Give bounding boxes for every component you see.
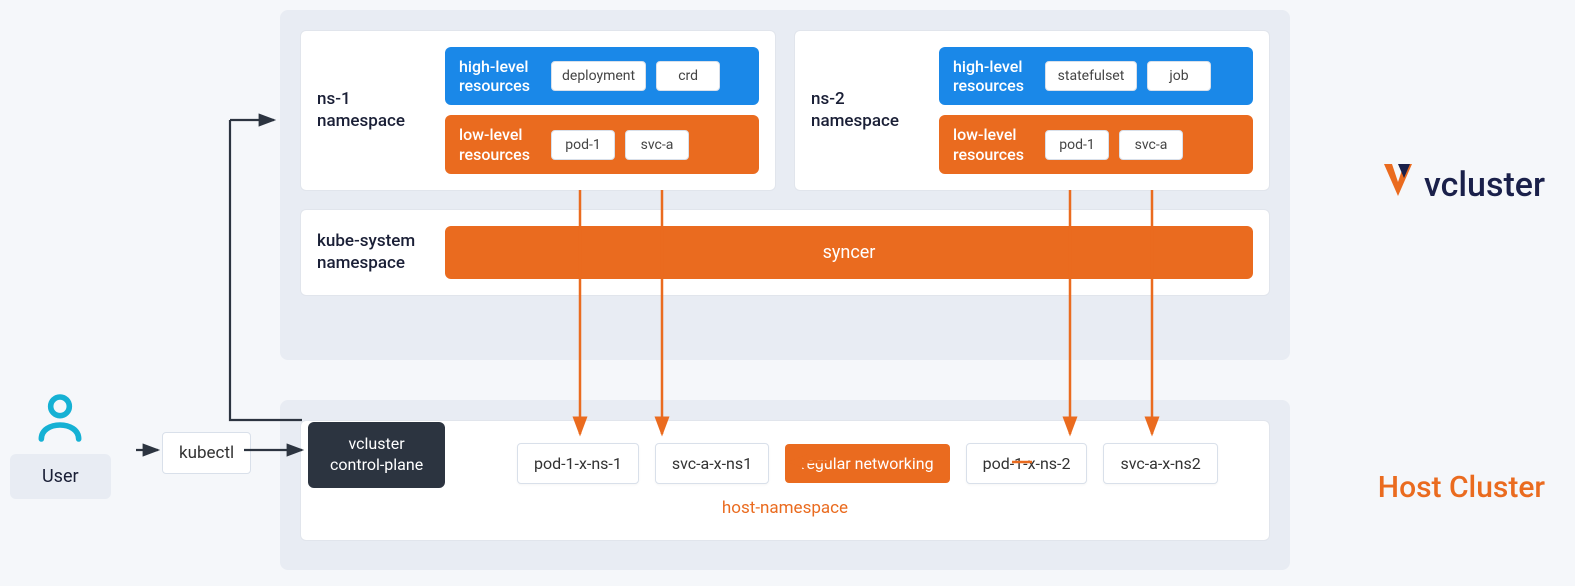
chip-deployment: deployment: [551, 61, 646, 91]
ns-2-high-level: high-levelresources statefulset job: [939, 47, 1253, 105]
chip-crd: crd: [656, 61, 720, 91]
host-namespace-label: host-namespace: [722, 498, 848, 518]
user-block: User: [10, 390, 111, 499]
chip-ns2-svc-a: svc-a: [1119, 130, 1183, 160]
vcluster-container: ns-1namespace high-levelresources deploy…: [280, 10, 1290, 360]
syncer-bar: syncer: [445, 226, 1253, 279]
ns-1-low-level: low-levelresources pod-1 svc-a: [445, 115, 759, 173]
chip-ns2-pod-1: pod-1: [1045, 130, 1109, 160]
host-namespace-card: pod-1-x-ns-1 svc-a-x-ns1 regular network…: [300, 420, 1270, 541]
regular-networking: regular networking: [785, 444, 950, 483]
kube-system-card: kube-systemnamespace syncer: [300, 209, 1270, 296]
chip-statefulset: statefulset: [1045, 61, 1137, 91]
ns-1-label: ns-1namespace: [317, 88, 427, 132]
user-label: User: [10, 454, 111, 499]
host-pod-1-ns-1: pod-1-x-ns-1: [517, 443, 639, 484]
host-svc-a-ns2: svc-a-x-ns2: [1103, 443, 1217, 484]
kubectl-label: kubectl: [162, 432, 251, 474]
vcluster-logo-icon: [1378, 160, 1418, 209]
ns-1-card: ns-1namespace high-levelresources deploy…: [300, 30, 776, 191]
host-pod-1-ns-2: pod-1-x-ns-2: [966, 443, 1088, 484]
ns-2-low-level: low-levelresources pod-1 svc-a: [939, 115, 1253, 173]
ns-2-card: ns-2namespace high-levelresources statef…: [794, 30, 1270, 191]
chip-ns1-pod-1: pod-1: [551, 130, 615, 160]
user-icon: [32, 390, 88, 450]
host-cluster-label: Host Cluster: [1378, 470, 1545, 505]
ns-1-high-level: high-levelresources deployment crd: [445, 47, 759, 105]
vcluster-brand: vcluster: [1378, 160, 1545, 209]
host-svc-a-ns1: svc-a-x-ns1: [655, 443, 769, 484]
chip-job: job: [1147, 61, 1211, 91]
ns-2-label: ns-2namespace: [811, 88, 921, 132]
chip-ns1-svc-a: svc-a: [625, 130, 689, 160]
kube-system-label: kube-systemnamespace: [317, 230, 427, 274]
vcluster-control-plane: vclustercontrol-plane: [308, 422, 445, 488]
